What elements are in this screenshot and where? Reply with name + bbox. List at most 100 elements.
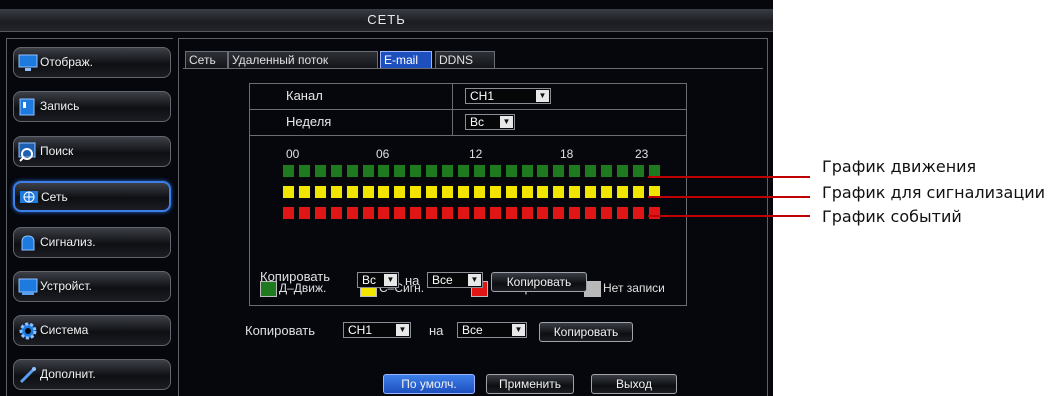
schedule-cell-exception[interactable] (425, 206, 439, 220)
sidebar-item-device[interactable]: Устройст. (13, 271, 171, 302)
copy-channel-to-select[interactable]: Все ▼ (457, 322, 527, 338)
schedule-cell-alarm[interactable] (536, 185, 550, 199)
schedule-cell-alarm[interactable] (282, 185, 295, 199)
copy-channel-label: Копировать (245, 323, 315, 338)
sidebar-item-record[interactable]: Запись (13, 91, 171, 122)
sidebar-item-display[interactable]: Отображ. (13, 47, 171, 78)
schedule-cell-exception[interactable] (377, 206, 391, 220)
schedule-cell-alarm[interactable] (568, 185, 582, 199)
schedule-cell-exception[interactable] (647, 206, 661, 220)
schedule-cell-alarm[interactable] (297, 185, 311, 199)
schedule-cell-motion[interactable] (536, 164, 550, 178)
sidebar-item-label: Сеть (41, 190, 68, 204)
week-select[interactable]: Вс ▼ (465, 114, 515, 130)
copy-day-to-select[interactable]: Все ▼ (427, 272, 483, 288)
schedule-cell-motion[interactable] (282, 164, 295, 178)
schedule-cell-motion[interactable] (329, 164, 343, 178)
schedule-cell-exception[interactable] (297, 206, 311, 220)
schedule-cell-exception[interactable] (600, 206, 613, 220)
schedule-cell-alarm[interactable] (313, 185, 327, 199)
chevron-down-icon: ▼ (468, 274, 481, 286)
schedule-cell-exception[interactable] (361, 206, 375, 220)
schedule-cell-exception[interactable] (536, 206, 550, 220)
schedule-cell-motion[interactable] (313, 164, 327, 178)
schedule-cell-exception[interactable] (552, 206, 566, 220)
schedule-cell-motion[interactable] (472, 164, 486, 178)
schedule-cell-alarm[interactable] (377, 185, 391, 199)
schedule-cell-alarm[interactable] (393, 185, 407, 199)
schedule-cell-motion[interactable] (488, 164, 502, 178)
default-button[interactable]: По умолч. (383, 374, 475, 394)
schedule-cell-motion[interactable] (615, 164, 629, 178)
schedule-cell-alarm[interactable] (488, 185, 502, 199)
schedule-cell-alarm[interactable] (441, 185, 454, 199)
schedule-cell-alarm[interactable] (600, 185, 613, 199)
copy-day-from-select[interactable]: Вс ▼ (357, 272, 399, 288)
schedule-cell-alarm[interactable] (425, 185, 439, 199)
schedule-cell-motion[interactable] (297, 164, 311, 178)
channel-select[interactable]: CH1 ▼ (465, 88, 551, 104)
motion-schedule-row[interactable] (282, 164, 662, 180)
sidebar-item-system[interactable]: Система (13, 315, 171, 346)
schedule-cell-exception[interactable] (472, 206, 486, 220)
schedule-cell-alarm[interactable] (504, 185, 518, 199)
chevron-down-icon: ▼ (396, 324, 409, 336)
alarm-schedule-row[interactable] (282, 185, 662, 201)
schedule-cell-exception[interactable] (584, 206, 598, 220)
schedule-cell-alarm[interactable] (456, 185, 470, 199)
schedule-cell-exception[interactable] (409, 206, 423, 220)
schedule-cell-exception[interactable] (520, 206, 534, 220)
sidebar-item-advanced[interactable]: Дополнит. (13, 359, 171, 390)
copy-channel-button[interactable]: Копировать (539, 322, 633, 342)
schedule-cell-exception[interactable] (329, 206, 343, 220)
tab-email[interactable]: E-mail (380, 51, 432, 69)
schedule-cell-alarm[interactable] (552, 185, 566, 199)
schedule-cell-motion[interactable] (456, 164, 470, 178)
sidebar-item-alarm[interactable]: Сигнализ. (13, 227, 171, 258)
schedule-cell-exception[interactable] (488, 206, 502, 220)
tab-network[interactable]: Сеть (185, 51, 228, 69)
copy-channel-from-select[interactable]: CH1 ▼ (343, 322, 411, 338)
schedule-cell-motion[interactable] (345, 164, 359, 178)
tab-remote-stream[interactable]: Удаленный поток (228, 51, 378, 69)
schedule-cell-exception[interactable] (615, 206, 629, 220)
schedule-cell-alarm[interactable] (361, 185, 375, 199)
sidebar-item-network[interactable]: Сеть (13, 181, 171, 212)
schedule-cell-exception[interactable] (313, 206, 327, 220)
schedule-cell-exception[interactable] (345, 206, 359, 220)
schedule-cell-exception[interactable] (282, 206, 295, 220)
schedule-cell-alarm[interactable] (345, 185, 359, 199)
schedule-cell-alarm[interactable] (520, 185, 534, 199)
exit-button[interactable]: Выход (591, 374, 677, 394)
schedule-cell-motion[interactable] (504, 164, 518, 178)
schedule-cell-motion[interactable] (584, 164, 598, 178)
tab-ddns[interactable]: DDNS (435, 51, 495, 69)
apply-button[interactable]: Применить (486, 374, 574, 394)
schedule-cell-motion[interactable] (409, 164, 423, 178)
schedule-cell-motion[interactable] (425, 164, 439, 178)
schedule-cell-exception[interactable] (393, 206, 407, 220)
schedule-cell-motion[interactable] (377, 164, 391, 178)
schedule-cell-motion[interactable] (441, 164, 454, 178)
schedule-cell-motion[interactable] (552, 164, 566, 178)
schedule-cell-motion[interactable] (631, 164, 645, 178)
exception-schedule-row[interactable] (282, 206, 662, 222)
schedule-cell-exception[interactable] (504, 206, 518, 220)
schedule-cell-motion[interactable] (568, 164, 582, 178)
schedule-cell-alarm[interactable] (584, 185, 598, 199)
schedule-cell-exception[interactable] (456, 206, 470, 220)
schedule-cell-alarm[interactable] (409, 185, 423, 199)
schedule-cell-alarm[interactable] (631, 185, 645, 199)
schedule-cell-motion[interactable] (600, 164, 613, 178)
schedule-cell-motion[interactable] (361, 164, 375, 178)
schedule-cell-exception[interactable] (631, 206, 645, 220)
copy-day-button[interactable]: Копировать (491, 272, 587, 292)
sidebar-item-search[interactable]: Поиск (13, 136, 171, 167)
schedule-cell-motion[interactable] (393, 164, 407, 178)
schedule-cell-alarm[interactable] (472, 185, 486, 199)
schedule-cell-exception[interactable] (568, 206, 582, 220)
schedule-cell-alarm[interactable] (615, 185, 629, 199)
schedule-cell-alarm[interactable] (329, 185, 343, 199)
schedule-cell-motion[interactable] (520, 164, 534, 178)
schedule-cell-exception[interactable] (441, 206, 454, 220)
